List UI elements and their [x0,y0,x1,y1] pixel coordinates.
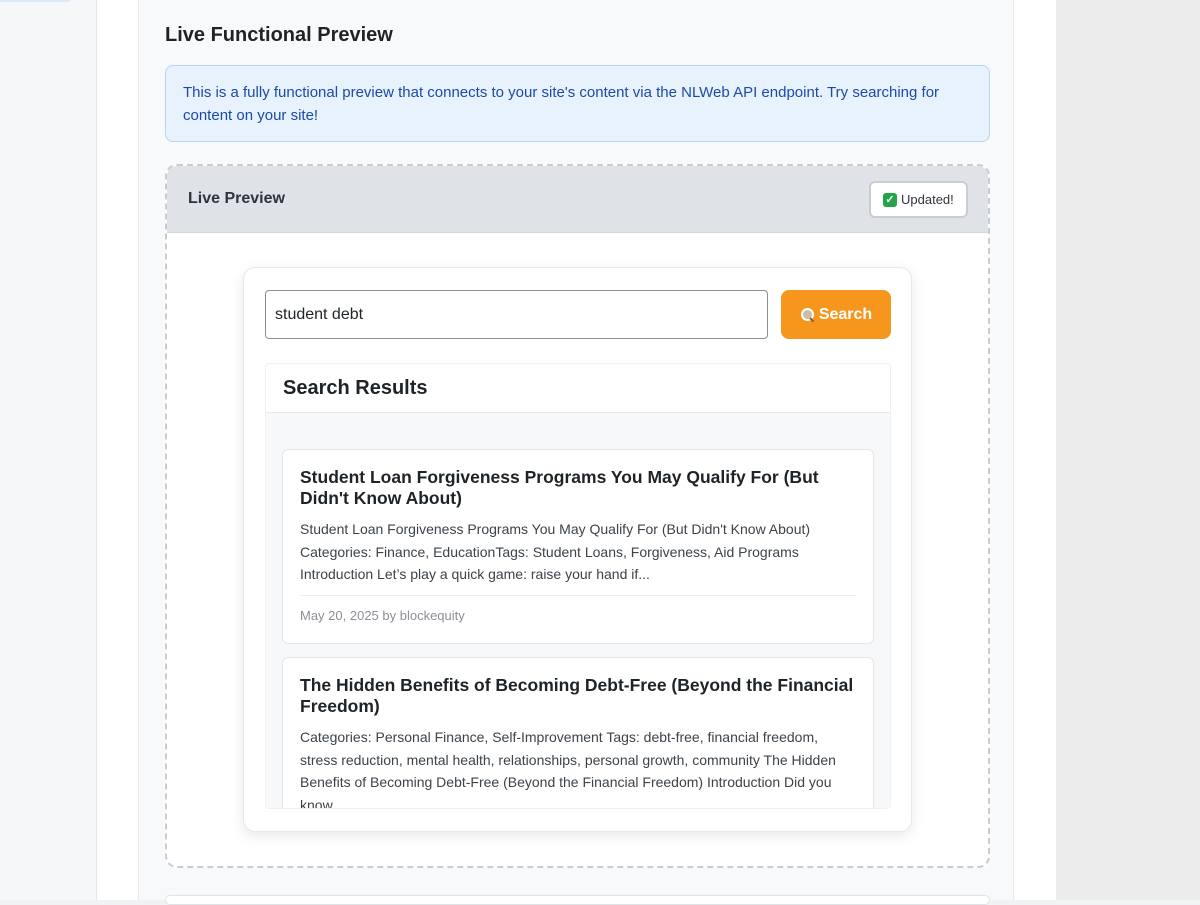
magnifier-icon [800,307,815,322]
settings-card: Live Functional Preview This is a fully … [138,0,1014,905]
right-gutter [1056,0,1200,900]
search-button-label: Search [818,305,873,323]
live-preview-frame: Live Preview ✓ Updated! Search Search Re… [165,164,990,868]
result-card[interactable]: Student Loan Forgiveness Programs You Ma… [282,449,874,644]
info-notice: This is a fully functional preview that … [165,65,990,142]
result-title[interactable]: Student Loan Forgiveness Programs You Ma… [300,467,856,509]
result-title[interactable]: The Hidden Benefits of Becoming Debt-Fre… [300,675,856,717]
sidebar-active-item[interactable] [0,0,72,2]
results-header: Search Results [266,364,890,413]
result-card[interactable]: The Hidden Benefits of Becoming Debt-Fre… [282,657,874,809]
next-section-edge [165,895,990,905]
admin-sidebar [0,0,97,900]
section-title: Live Functional Preview [165,24,393,46]
results-panel[interactable]: Search Results Student Loan Forgiveness … [265,363,891,809]
updated-badge[interactable]: ✓ Updated! [869,181,968,218]
search-input[interactable] [265,290,768,339]
result-meta: May 20, 2025 by blockequity [300,594,856,623]
main-column: Live Functional Preview This is a fully … [97,0,1056,905]
result-snippet: Student Loan Forgiveness Programs You Ma… [300,521,811,582]
results-title: Search Results [283,377,428,399]
search-button[interactable]: Search [781,290,891,339]
result-snippet: Categories: Personal Finance, Self-Impro… [300,729,836,809]
search-widget: Search Search Results Student Loan Forgi… [243,267,912,832]
updated-badge-label: Updated! [901,192,954,207]
preview-header: Live Preview ✓ Updated! [167,166,988,233]
preview-title: Live Preview [188,190,285,207]
check-mark-icon: ✓ [883,192,897,207]
